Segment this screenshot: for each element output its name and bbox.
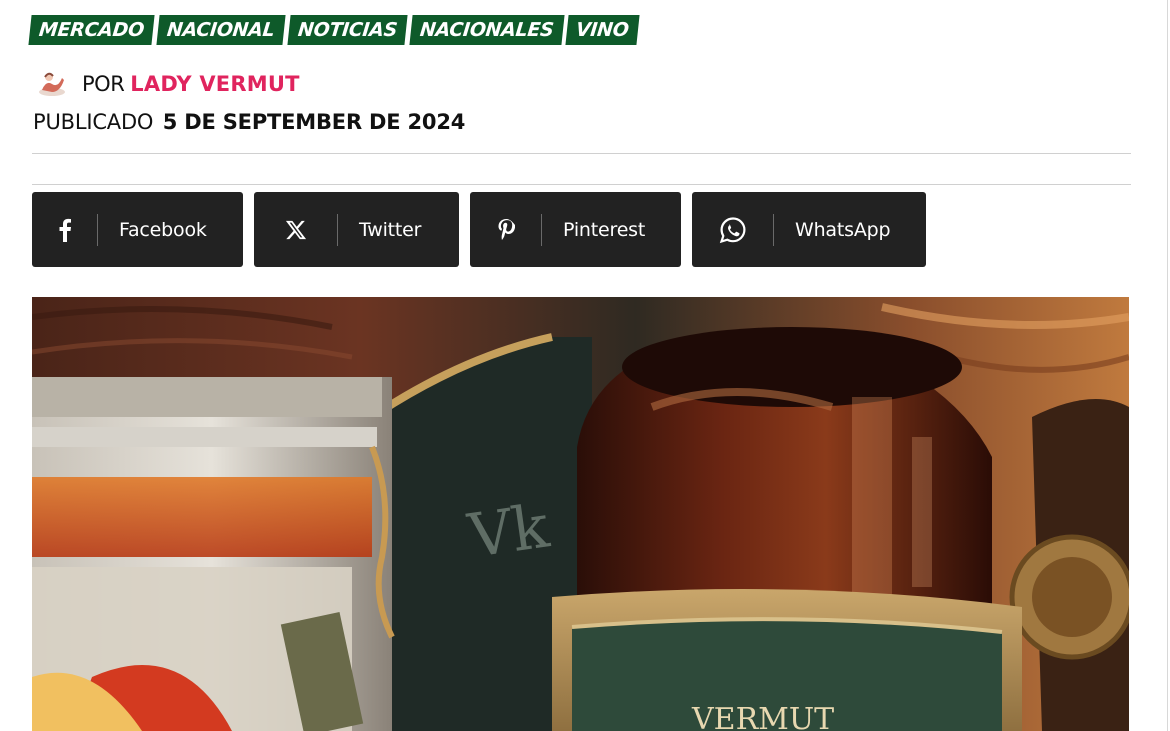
page-right-border [1167,0,1168,731]
whatsapp-icon [692,213,774,246]
share-facebook-label: Facebook [119,218,207,241]
x-icon [254,213,338,246]
hero-label-text: VERMUT [691,702,834,731]
share-pinterest-label: Pinterest [563,218,646,241]
category-tags: MERCADO NACIONAL NOTICIAS NACIONALES VIN… [28,15,640,45]
category-tag-mercado[interactable]: MERCADO [28,15,155,45]
share-whatsapp-label: WhatsApp [795,218,891,241]
divider-bottom [32,184,1131,185]
share-pinterest-button[interactable]: Pinterest [470,192,681,267]
share-twitter-button[interactable]: Twitter [254,192,459,267]
share-facebook-button[interactable]: Facebook [32,192,243,267]
share-twitter-label: Twitter [359,218,422,241]
category-tag-nacional[interactable]: NACIONAL [156,15,286,45]
category-tag-vino[interactable]: VINO [565,15,640,45]
author-link[interactable]: LADY VERMUT [130,72,299,96]
facebook-icon [32,213,98,246]
published-line: PUBLICADO 5 DE SEPTEMBER DE 2024 [33,110,465,134]
author-prefix: POR [82,72,125,96]
published-prefix: PUBLICADO [33,110,154,134]
author-avatar-icon [39,72,65,96]
divider-top [32,153,1131,154]
vermouth-bottle-illustration: Vk VERMUT [32,297,1129,731]
share-whatsapp-button[interactable]: WhatsApp [692,192,926,267]
published-date: 5 DE SEPTEMBER DE 2024 [162,110,466,134]
author-line: POR LADY VERMUT [36,70,300,98]
hero-image: Vk VERMUT [32,297,1129,731]
svg-text:Vk: Vk [463,491,553,572]
category-tag-noticias[interactable]: NOTICIAS [286,15,408,45]
pinterest-icon [470,213,542,246]
category-tag-nacionales[interactable]: NACIONALES [409,15,564,45]
